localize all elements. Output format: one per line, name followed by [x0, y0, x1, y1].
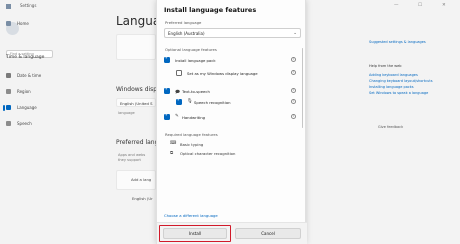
chevron-down-icon: ⌄ [293, 30, 297, 36]
sidebar-section: Time & language [6, 54, 106, 62]
checkbox-checked[interactable] [164, 55, 170, 63]
feature-label: Install language pack [175, 58, 216, 63]
sidebar-item-date-time[interactable]: Date & time [6, 72, 106, 80]
minimize-button[interactable]: — [394, 3, 399, 8]
feature-label: Handwriting [182, 115, 206, 120]
globe-icon [6, 89, 11, 94]
app-title: Settings [20, 3, 37, 8]
add-language-row[interactable]: Add a lang [116, 170, 156, 190]
dialog-footer: Install Cancel [157, 222, 307, 244]
sidebar-item-speech[interactable]: Speech [6, 120, 106, 128]
preferred-desc: Apps and webs [118, 153, 146, 157]
feature-speech-recognition[interactable]: 🎙 Speech recognition i [164, 97, 302, 108]
cancel-button[interactable]: Cancel [235, 228, 301, 239]
back-arrow-icon[interactable] [6, 4, 11, 9]
feature-install-language-pack[interactable]: Install language pack i [164, 55, 302, 66]
required-label: Basic typing [180, 142, 204, 147]
clock-icon [6, 73, 11, 78]
preferred-languages-heading: Preferred lang [116, 139, 159, 146]
windows-display-heading: Windows disp [116, 86, 158, 93]
feature-label: Text-to-speech [182, 89, 210, 94]
choose-different-language-link[interactable]: Choose a different language [164, 213, 218, 218]
preferred-language-label: Preferred language [165, 20, 202, 25]
required-features-heading: Required language features [165, 132, 218, 137]
help-link-3[interactable]: Installing language packs [369, 85, 414, 89]
display-language-desc: language [118, 111, 135, 115]
sidebar-item-home[interactable]: Home [6, 20, 106, 28]
info-icon[interactable]: i [291, 88, 296, 93]
preferred-desc-2: they support [118, 158, 141, 162]
feature-set-display-language[interactable]: Set as my Windows display language i [164, 69, 302, 79]
info-icon[interactable]: i [291, 57, 296, 62]
home-icon [6, 21, 11, 26]
feature-text-to-speech[interactable]: 🗩 Text-to-speech i [164, 86, 302, 97]
scrollbar[interactable] [301, 48, 303, 128]
add-language-label: Add a lang [131, 177, 152, 182]
required-label: Optical character recognition [180, 151, 236, 156]
sidebar-item-region[interactable]: Region [6, 88, 106, 96]
help-heading: Help from the web [369, 64, 402, 68]
maximize-button[interactable]: ☐ [418, 3, 422, 8]
sidebar-section-label: Time & language [6, 55, 45, 60]
preferred-language-dropdown[interactable]: English (Australia) ⌄ [164, 28, 301, 38]
dialog-title: Install language features [164, 6, 257, 14]
sidebar-item-label: Language [17, 105, 37, 110]
microphone-icon: 🎙 [187, 99, 193, 104]
preferred-language-value: English (Australia) [168, 31, 205, 36]
feature-handwriting[interactable]: ✎ Handwriting i [164, 112, 302, 123]
sidebar-item-language[interactable]: Language [3, 104, 106, 112]
language-summary-card [116, 34, 156, 60]
sidebar-item-label: Region [17, 89, 31, 94]
checkbox-checked[interactable] [164, 112, 170, 120]
give-feedback-link[interactable]: Give feedback [378, 125, 403, 129]
info-icon[interactable]: i [291, 114, 296, 119]
checkbox-checked[interactable] [164, 86, 170, 94]
help-link-2[interactable]: Changing keyboard layout/shortcuts [369, 79, 433, 83]
close-button[interactable]: ✕ [442, 3, 446, 8]
sidebar-item-label: Date & time [17, 73, 42, 78]
english-us-item: English (Ur [132, 196, 153, 201]
info-icon[interactable]: i [291, 70, 296, 75]
info-icon[interactable]: i [291, 99, 296, 104]
display-language-value: English (United S [120, 100, 153, 106]
language-icon [6, 105, 11, 110]
microphone-icon [6, 121, 11, 126]
install-button[interactable]: Install [163, 228, 227, 239]
checkbox-checked[interactable] [176, 97, 182, 105]
sidebar: Find a setting Home Time & language Date… [0, 14, 112, 244]
feature-label: Set as my Windows display language [187, 71, 258, 76]
suggested-link[interactable]: Suggested settings & languages [369, 40, 426, 44]
sidebar-item-label: Home [17, 21, 29, 26]
help-link-1[interactable]: Adding keyboard languages [369, 73, 418, 77]
pen-icon: ✎ [175, 114, 179, 119]
speech-icon: 🗩 [175, 90, 180, 95]
install-language-dialog: Install language features Preferred lang… [156, 0, 307, 244]
help-link-4[interactable]: Set Windows to speak a language [369, 91, 428, 95]
optional-features-heading: Optional language features [165, 47, 217, 52]
keyboard-icon: ⌨ [170, 141, 177, 146]
checkbox-unchecked[interactable] [176, 70, 182, 76]
sidebar-item-label: Speech [17, 121, 32, 126]
ocr-icon: ⧉ [170, 151, 174, 156]
feature-label: Speech recognition [194, 100, 231, 105]
display-language-select[interactable]: English (United S [116, 98, 156, 107]
